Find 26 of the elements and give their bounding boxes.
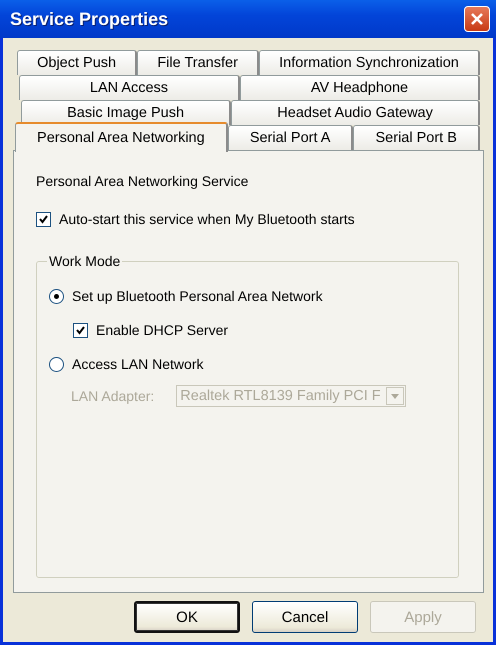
checkbox-label: Enable DHCP Server <box>96 322 228 338</box>
group-title: Work Mode <box>48 253 122 269</box>
checkbox[interactable] <box>36 212 51 226</box>
radio-label: Set up Bluetooth Personal Area Network <box>72 288 323 304</box>
field-label: LAN Adapter: <box>71 388 154 404</box>
tab[interactable]: Headset Audio Gateway <box>231 100 480 125</box>
radio-label: Access LAN Network <box>72 356 204 372</box>
tab[interactable]: Personal Area Networking <box>15 122 228 152</box>
window-title: Service Properties <box>10 8 168 30</box>
tab[interactable]: Serial Port A <box>228 125 354 150</box>
dialog-button[interactable]: Cancel <box>252 601 358 633</box>
close-button[interactable] <box>464 6 490 32</box>
tab[interactable]: LAN Access <box>19 75 240 100</box>
checkbox[interactable] <box>73 322 88 338</box>
section-heading: Personal Area Networking Service <box>36 173 250 189</box>
caret-icon <box>386 387 404 405</box>
tab[interactable]: AV Headphone <box>240 75 480 100</box>
tab[interactable]: Object Push <box>17 50 138 75</box>
dialog-button[interactable]: OK <box>134 601 240 633</box>
tab[interactable]: Serial Port B <box>353 125 480 150</box>
close-icon <box>470 12 484 26</box>
tab[interactable]: File Transfer <box>137 50 260 75</box>
radio-button[interactable] <box>49 288 64 304</box>
tab[interactable]: Information Synchronization <box>259 50 480 75</box>
radio-button[interactable] <box>49 356 64 372</box>
checkbox-label: Auto-start this service when My Bluetooth starts <box>59 211 355 227</box>
